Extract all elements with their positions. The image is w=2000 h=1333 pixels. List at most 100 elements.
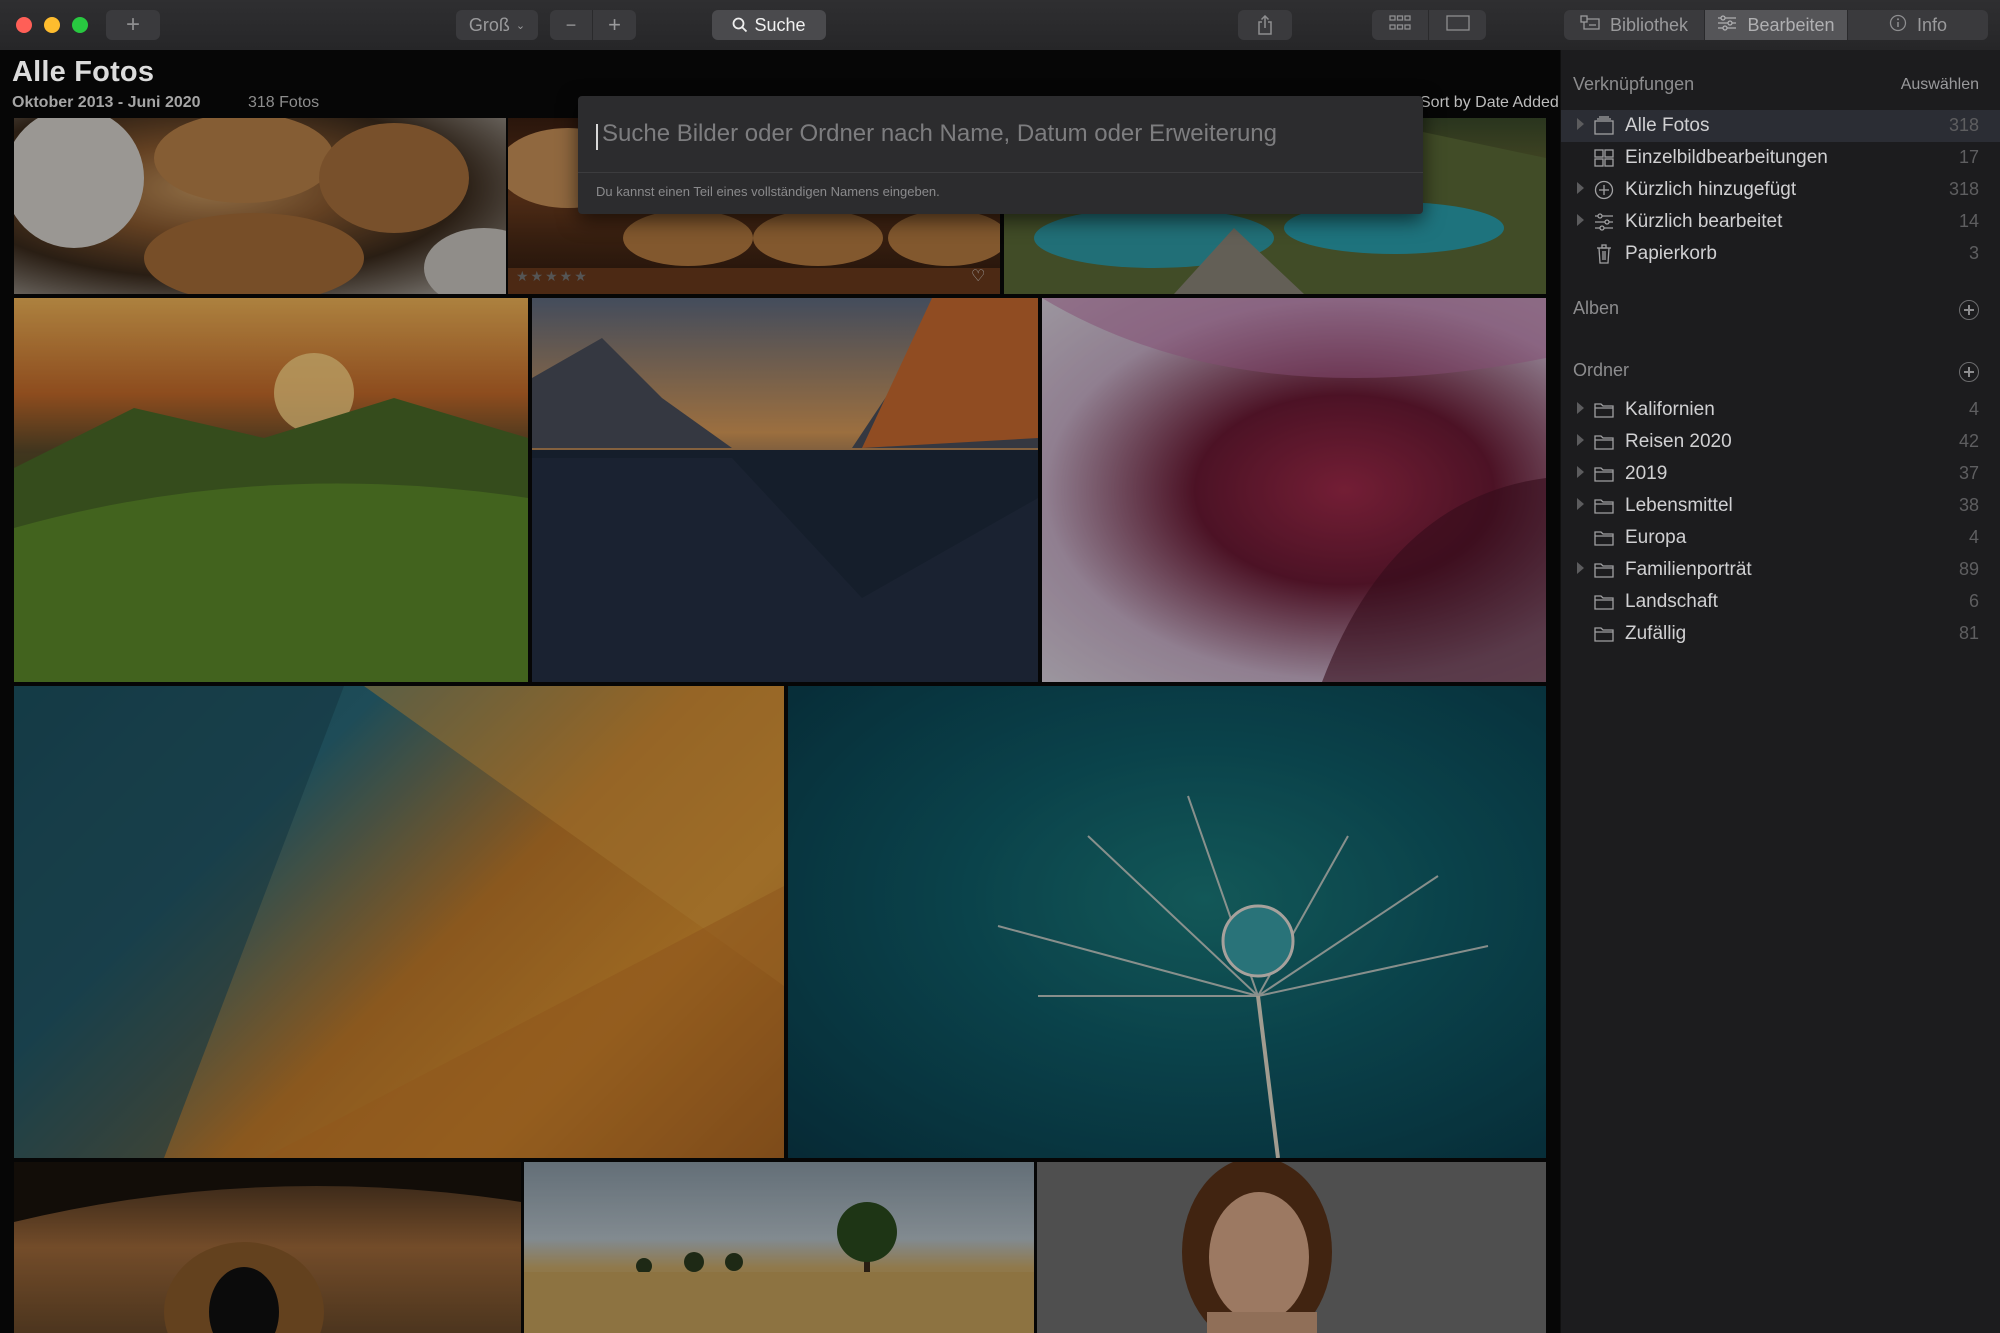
photo-count: 318 Fotos [248,94,320,111]
sidebar-item-2019[interactable]: 2019 37 [1561,458,2000,490]
page-title: Alle Fotos [12,56,155,88]
disclosure-arrow-icon[interactable] [1577,118,1584,130]
dim-overlay [524,1162,1034,1333]
sidebar-item-label: Familienporträt [1625,559,1752,580]
disclosure-arrow-icon[interactable] [1577,562,1584,574]
sidebar-item-einzelbildbearbeitungen[interactable]: Einzelbildbearbeitungen 17 [1561,142,2000,174]
sidebar-item-lebensmittel[interactable]: Lebensmittel 38 [1561,490,2000,522]
add-button[interactable]: + [106,10,160,40]
tab-info[interactable]: Info [1848,10,1988,40]
size-dropdown[interactable]: Groß ⌄ [456,10,538,40]
photos-stack-icon [1593,116,1615,141]
sidebar-item-kalifornien[interactable]: Kalifornien 4 [1561,394,2000,426]
photo-thumbnail[interactable] [1042,298,1546,682]
photo-thumbnail[interactable] [1037,1162,1546,1333]
folder-icon [1593,624,1615,649]
sidebar-item-label: Papierkorb [1625,243,1717,264]
sidebar-item-label: Kürzlich hinzugefügt [1625,179,1797,200]
grid-icon [1389,14,1411,36]
disclosure-arrow-icon[interactable] [1577,498,1584,510]
folder-icon [1593,432,1615,457]
tab-library[interactable]: Bibliothek [1564,10,1705,40]
sliders-icon [1593,212,1615,237]
sidebar-item-count: 318 [1948,179,1979,199]
tab-info-label: Info [1916,14,1948,35]
zoom-out-button[interactable]: − [550,10,593,40]
sidebar-item-count: 4 [1968,527,1979,547]
minus-icon: − [565,14,577,35]
sidebar-item-count: 3 [1968,243,1979,263]
sidebar-item-landschaft[interactable]: Landschaft 6 [1561,586,2000,618]
info-icon [1889,14,1907,37]
search-button[interactable]: Suche [712,10,826,40]
sidebar-item-familienportraet[interactable]: Familienporträt 89 [1561,554,2000,586]
photo-thumbnail[interactable] [14,1162,521,1333]
sidebar-item-label: Reisen 2020 [1625,431,1732,452]
size-dropdown-label: Groß [468,14,510,35]
photo-thumbnail[interactable] [524,1162,1034,1333]
sidebar-item-kuerzlich-hinzugefuegt[interactable]: Kürzlich hinzugefügt 318 [1561,174,2000,206]
text-caret [596,124,598,150]
sidebar-item-count: 6 [1968,591,1979,611]
dim-overlay [532,298,1038,682]
folder-icon [1593,592,1615,617]
sidebar-item-label: Kalifornien [1625,399,1715,420]
sidebar-item-reisen-2020[interactable]: Reisen 2020 42 [1561,426,2000,458]
tab-edit[interactable]: Bearbeiten [1705,10,1848,40]
trash-icon [1593,244,1615,269]
sidebar-item-label: Europa [1625,527,1687,548]
sidebar-item-count: 17 [1958,147,1979,167]
search-hint: Du kannst einen Teil eines vollständigen… [596,184,940,199]
close-window-button[interactable] [16,17,32,33]
sidebar-item-count: 89 [1958,559,1979,579]
zoom-in-button[interactable]: + [593,10,636,40]
library-icon [1580,14,1600,36]
mode-tabs: Bibliothek Bearbeiten Info [1564,10,1988,40]
select-button[interactable]: Auswählen [1901,76,1979,94]
tab-edit-label: Bearbeiten [1747,14,1835,35]
view-mode-segment [1372,10,1486,40]
plus-icon: + [608,12,621,37]
photo-thumbnail[interactable] [14,686,784,1158]
photo-grid-area: Alle Fotos Oktober 2013 - Juni 2020 318 … [0,50,1560,1333]
minimize-window-button[interactable] [44,17,60,33]
albums-heading: Alben [1573,298,1620,318]
date-range: Oktober 2013 - Juni 2020 [12,94,201,111]
folder-icon [1593,560,1615,585]
folder-icon [1593,464,1615,489]
disclosure-arrow-icon[interactable] [1577,182,1584,194]
grid-view-button[interactable] [1372,10,1429,40]
zoom-segment: − + [550,10,636,40]
sidebar: Verknüpfungen Auswählen Alle Fotos 318 E… [1560,50,2000,1333]
sidebar-item-label: Lebensmittel [1625,495,1733,516]
add-album-button[interactable] [1959,300,1979,320]
zoom-window-button[interactable] [72,17,88,33]
sidebar-item-count: 14 [1958,211,1979,231]
sidebar-item-papierkorb[interactable]: Papierkorb 3 [1561,238,2000,270]
sidebar-item-alle-fotos[interactable]: Alle Fotos 318 [1561,110,2000,142]
sidebar-item-zufaellig[interactable]: Zufällig 81 [1561,618,2000,650]
disclosure-arrow-icon[interactable] [1577,466,1584,478]
sidebar-item-count: 42 [1958,431,1979,451]
photo-thumbnail[interactable] [14,298,528,682]
disclosure-arrow-icon[interactable] [1577,214,1584,226]
single-view-button[interactable] [1429,10,1486,40]
photo-thumbnail[interactable] [788,686,1546,1158]
sliders-icon [1717,14,1737,36]
plus-circle-icon [1593,180,1615,205]
sidebar-item-label: Landschaft [1625,591,1718,612]
sidebar-item-count: 81 [1958,623,1979,643]
sidebar-item-label: Kürzlich bearbeitet [1625,211,1783,232]
search-input[interactable] [596,114,1402,154]
photo-thumbnail[interactable] [14,118,506,294]
disclosure-arrow-icon[interactable] [1577,402,1584,414]
disclosure-arrow-icon[interactable] [1577,434,1584,446]
sidebar-item-kuerzlich-bearbeitet[interactable]: Kürzlich bearbeitet 14 [1561,206,2000,238]
photo-thumbnail[interactable] [532,298,1038,682]
folder-icon [1593,496,1615,521]
share-button[interactable] [1238,10,1292,40]
sidebar-item-count: 37 [1958,463,1979,483]
sidebar-item-europa[interactable]: Europa 4 [1561,522,2000,554]
dim-overlay [14,686,784,1158]
add-folder-button[interactable] [1959,362,1979,382]
